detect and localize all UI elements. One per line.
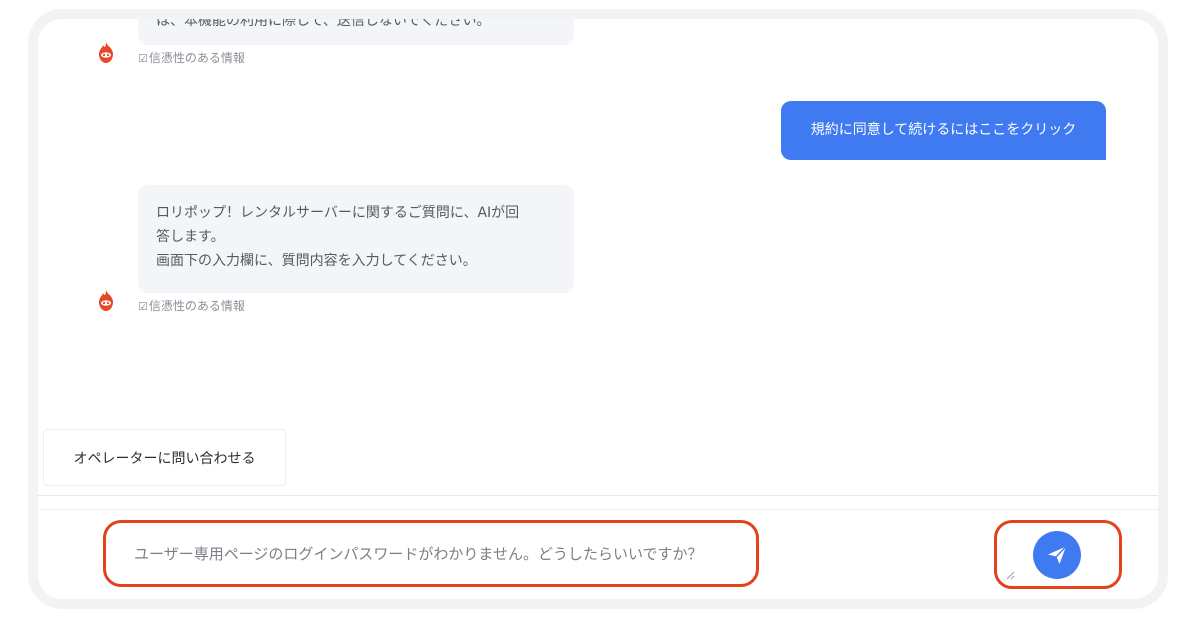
bot-message: ロリポップ！レンタルサーバーに関するご質問に、AIが回 答します。 画面下の入力… — [138, 185, 574, 293]
bot-message-line: ロリポップ！レンタルサーバーに関するご質問に、AIが回 — [156, 205, 520, 221]
contact-operator-button[interactable]: オペレーターに問い合わせる — [43, 429, 286, 486]
reliability-label: ☑信憑性のある情報 — [138, 51, 245, 65]
checkbox-icon: ☑ — [138, 300, 148, 313]
bot-message-line: 答します。 — [156, 229, 225, 245]
reliability-label: ☑信憑性のある情報 — [138, 299, 245, 313]
send-highlight — [994, 520, 1122, 589]
bot-message: は、本機能の利用に際して、送信しないでください。 — [138, 19, 574, 45]
chat-messages: は、本機能の利用に際して、送信しないでください。 ☑信憑性のある情報 規約に同意… — [38, 19, 1158, 495]
input-highlight — [103, 520, 759, 587]
question-input[interactable] — [132, 523, 736, 586]
bot-message-line: 画面下の入力欄に、質問内容を入力してください。 — [156, 253, 477, 269]
bot-message-line: は、本機能の利用に際して、送信しないでください。 — [156, 19, 491, 29]
resize-grip-icon — [1006, 571, 1015, 580]
chat-window: は、本機能の利用に際して、送信しないでください。 ☑信憑性のある情報 規約に同意… — [28, 9, 1168, 609]
flame-mascot-icon — [99, 290, 113, 311]
user-message[interactable]: 規約に同意して続けるにはここをクリック — [781, 101, 1106, 160]
checkbox-icon: ☑ — [138, 52, 148, 65]
flame-mascot-icon — [99, 42, 113, 63]
divider — [38, 509, 1158, 510]
divider — [38, 495, 1158, 496]
paper-plane-icon — [1048, 546, 1067, 564]
send-button[interactable] — [1033, 531, 1081, 579]
